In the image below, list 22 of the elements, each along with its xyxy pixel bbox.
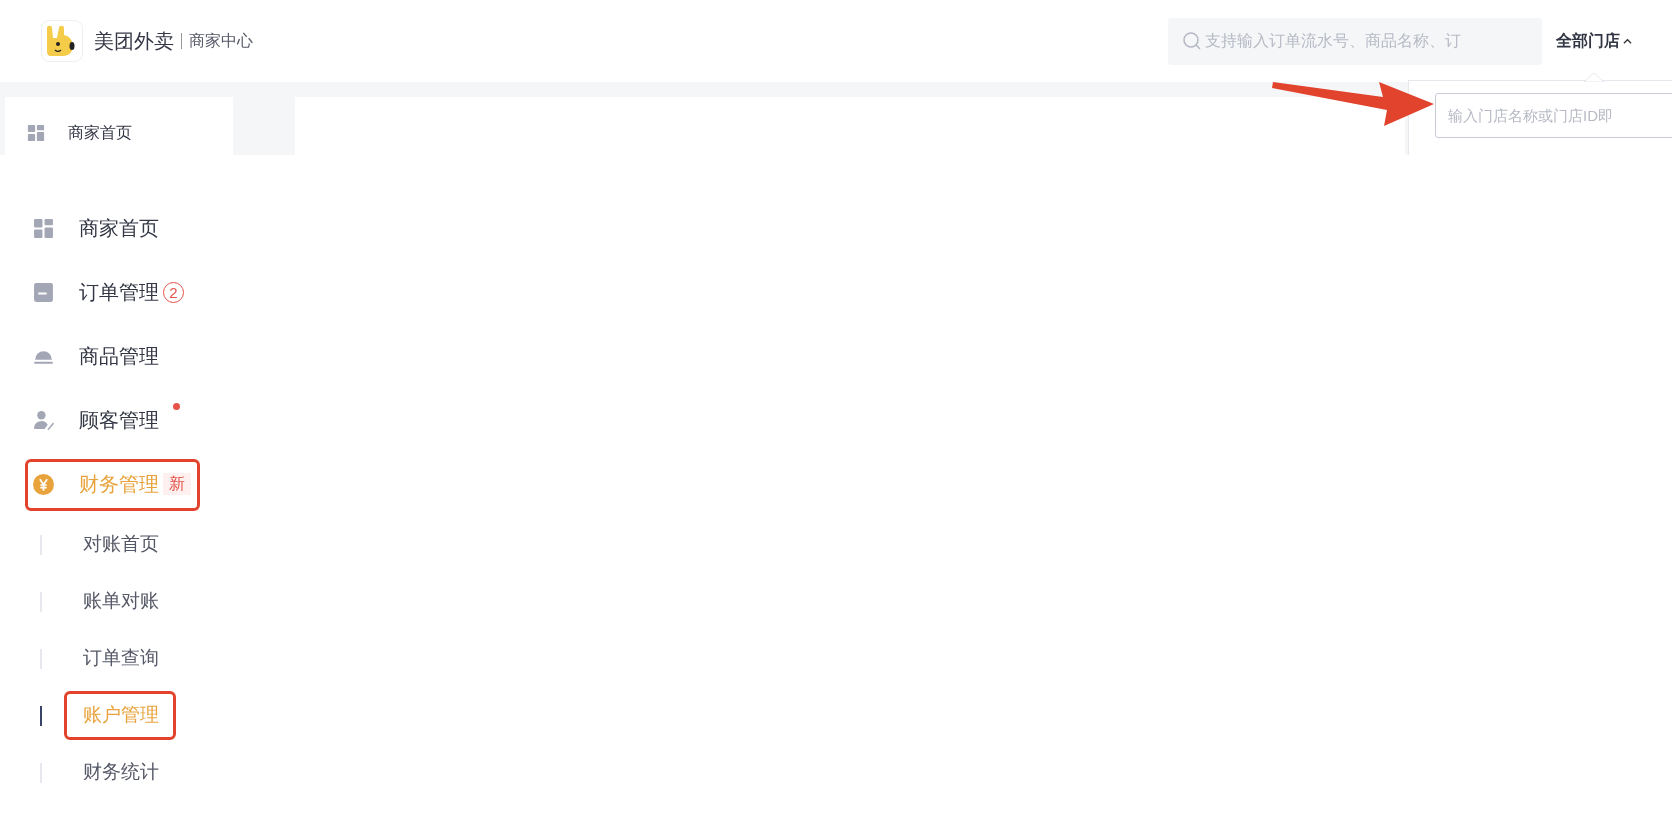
- brand-subtitle: 商家中心: [189, 31, 253, 51]
- submenu-item[interactable]: 账单对账: [83, 587, 159, 616]
- logo-icon: [41, 20, 83, 62]
- menu-item[interactable]: 商家首页: [79, 213, 159, 243]
- brand-name: 美团外卖: [94, 29, 174, 54]
- menu-item[interactable]: 商家首页: [68, 121, 132, 145]
- store-selector[interactable]: 全部门店: [1556, 29, 1632, 53]
- menu-item[interactable]: 订单管理: [79, 277, 159, 307]
- store-search-field[interactable]: 输入门店名称或门店ID即: [1435, 93, 1672, 138]
- submenu-item[interactable]: 订单查询: [83, 644, 159, 673]
- caret-icon: [1623, 36, 1632, 46]
- person-edit-icon: [33, 409, 54, 431]
- document-icon: [33, 281, 54, 303]
- new-tag: 新: [163, 473, 191, 495]
- submenu-item[interactable]: 对账首页: [83, 530, 159, 559]
- menu-item[interactable]: 商品管理: [79, 341, 159, 371]
- menu-item[interactable]: 顾客管理: [79, 405, 159, 435]
- search-icon: [1182, 31, 1202, 51]
- grid-icon: [33, 217, 54, 239]
- grid-icon: [27, 124, 45, 142]
- yuan-coin-icon: [33, 473, 54, 495]
- submenu-item[interactable]: 财务统计: [83, 758, 159, 787]
